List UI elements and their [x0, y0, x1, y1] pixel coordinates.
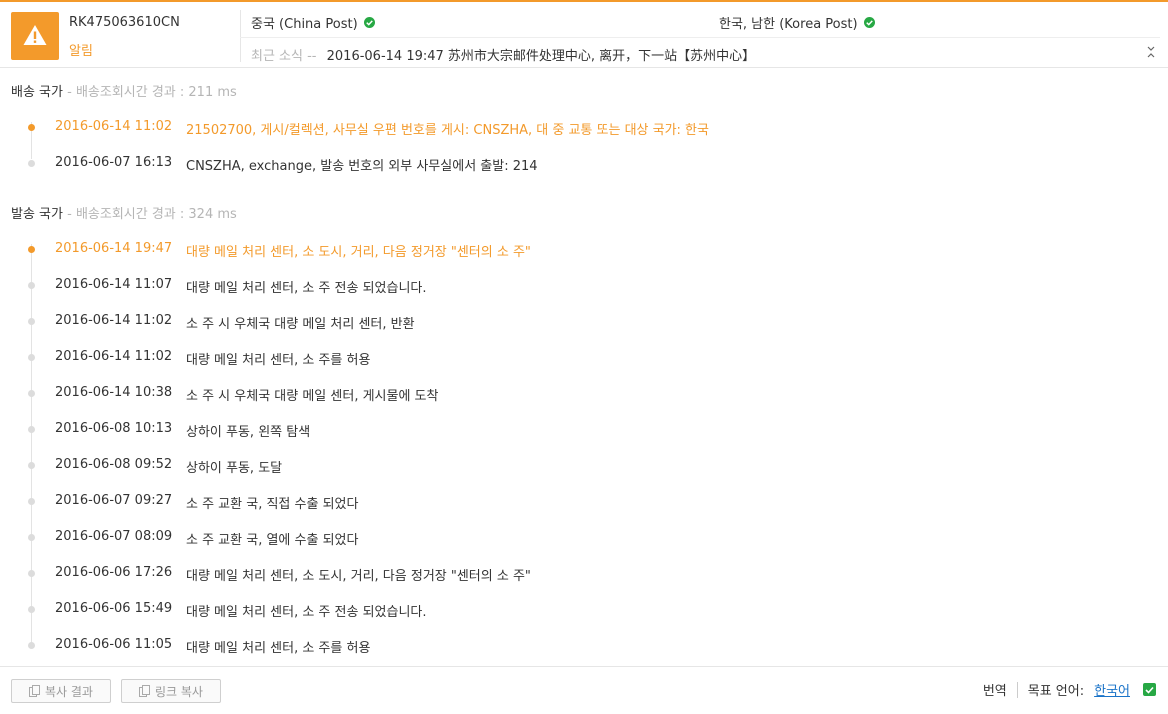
- event-date: 2016-06-07 08:09: [55, 529, 173, 544]
- status-dot-icon: [28, 642, 35, 649]
- event-date: 2016-06-14 10:38: [55, 385, 173, 400]
- event-description: 대량 메일 처리 센터, 소 도시, 거리, 다음 정거장 "센터의 소 주": [186, 245, 531, 260]
- carriers-divider: [240, 37, 1160, 38]
- section-title-text: 배송 국가: [11, 85, 63, 100]
- translate-button[interactable]: 번역: [983, 680, 1007, 699]
- event-date: 2016-06-14 11:02: [55, 313, 173, 328]
- tracking-header: RK475063610CN 알림 중국 (China Post) 한국, 남한 …: [0, 0, 1168, 68]
- event-description: 소 주 교환 국, 직접 수출 되었다: [186, 497, 359, 512]
- status-dot-icon: [28, 534, 35, 541]
- event-date: 2016-06-08 10:13: [55, 421, 173, 436]
- event-description: 소 주 시 우체국 대량 메일 처리 센터, 반환: [186, 317, 415, 332]
- translate-controls: 번역 목표 언어: 한국어: [983, 680, 1156, 699]
- timeline-event: 2016-06-07 09:27 소 주 교환 국, 직접 수출 되었다: [0, 493, 1168, 513]
- event-date: 2016-06-14 11:02: [55, 349, 173, 364]
- section-timing: - 배송조회시간 경과 : 324 ms: [67, 207, 237, 222]
- collapse-icon[interactable]: [1146, 46, 1156, 58]
- destination-section-title: 배송 국가 - 배송조회시간 경과 : 211 ms: [11, 81, 237, 100]
- event-date: 2016-06-06 15:49: [55, 601, 173, 616]
- latest-update: 최근 소식 -- 2016-06-14 19:47 苏州市大宗邮件处理中心, 离…: [251, 45, 755, 64]
- verified-check-icon: [363, 17, 375, 28]
- status-dot-icon: [28, 282, 35, 289]
- event-date: 2016-06-07 09:27: [55, 493, 173, 508]
- event-description: 상하이 푸동, 도달: [186, 461, 283, 476]
- event-description: 대량 메일 처리 센터, 소 도시, 거리, 다음 정거장 "센터의 소 주": [186, 569, 531, 584]
- copy-result-label: 복사 결과: [45, 684, 93, 699]
- section-title-text: 발송 국가: [11, 207, 63, 222]
- translate-checkbox[interactable]: [1143, 683, 1156, 696]
- event-description: 대량 메일 처리 센터, 소 주 전송 되었습니다.: [186, 605, 427, 620]
- timeline-event: 2016-06-07 08:09 소 주 교환 국, 열에 수출 되었다: [0, 529, 1168, 549]
- timeline-event: 2016-06-14 10:38 소 주 시 우체국 대량 메일 센터, 게시물에…: [0, 385, 1168, 405]
- copy-link-label: 링크 복사: [155, 684, 203, 699]
- event-description: 대량 메일 처리 센터, 소 주를 허용: [186, 641, 371, 656]
- origin-section-title: 발송 국가 - 배송조회시간 경과 : 324 ms: [11, 203, 237, 222]
- status-dot-icon: [28, 606, 35, 613]
- copy-icon: [139, 685, 150, 697]
- timeline-event: 2016-06-14 11:02 21502700, 게시/컬렉션, 사무실 우편…: [0, 119, 1168, 139]
- verified-check-icon: [863, 17, 875, 28]
- check-icon: [1145, 686, 1154, 694]
- timeline-event: 2016-06-07 16:13 CNSZHA, exchange, 발송 번호의…: [0, 155, 1168, 175]
- origin-carrier-label: 중국 (China Post): [251, 17, 358, 32]
- timeline-event: 2016-06-06 15:49 대량 메일 처리 센터, 소 주 전송 되었습니…: [0, 601, 1168, 621]
- origin-carrier: 중국 (China Post): [251, 13, 375, 32]
- timeline-event: 2016-06-14 11:02 소 주 시 우체국 대량 메일 처리 센터, 반…: [0, 313, 1168, 333]
- copy-icon: [29, 685, 40, 697]
- tracking-details: 배송 국가 - 배송조회시간 경과 : 211 ms 2016-06-14 11…: [0, 68, 1168, 666]
- status-dot-icon: [28, 160, 35, 167]
- target-language-link[interactable]: 한국어: [1094, 680, 1130, 699]
- status-dot-icon: [28, 390, 35, 397]
- timeline-event: 2016-06-08 10:13 상하이 푸동, 왼쪽 탐색: [0, 421, 1168, 441]
- current-status-dot-icon: [28, 124, 35, 131]
- event-date: 2016-06-06 11:05: [55, 637, 173, 652]
- divider: [1016, 681, 1018, 698]
- event-description: 대량 메일 처리 센터, 소 주를 허용: [186, 353, 371, 368]
- event-date: 2016-06-14 11:02: [55, 119, 173, 134]
- latest-update-text: 2016-06-14 19:47 苏州市大宗邮件处理中心, 离开，下一站【苏州中…: [326, 49, 756, 64]
- timeline-event: 2016-06-08 09:52 상하이 푸동, 도달: [0, 457, 1168, 477]
- current-status-dot-icon: [28, 246, 35, 253]
- target-language-label: 목표 언어:: [1027, 684, 1085, 699]
- section-timing: - 배송조회시간 경과 : 211 ms: [67, 85, 237, 100]
- copy-result-button[interactable]: 복사 결과: [11, 679, 111, 703]
- alert-badge: [11, 12, 59, 60]
- header-divider: [240, 10, 241, 62]
- warning-icon: [23, 25, 47, 45]
- destination-carrier: 한국, 남한 (Korea Post): [719, 13, 875, 32]
- event-description: 상하이 푸동, 왼쪽 탐색: [186, 425, 311, 440]
- timeline-event: 2016-06-06 17:26 대량 메일 처리 센터, 소 도시, 거리, 다…: [0, 565, 1168, 585]
- event-description: 대량 메일 처리 센터, 소 주 전송 되었습니다.: [186, 281, 427, 296]
- status-dot-icon: [28, 354, 35, 361]
- event-date: 2016-06-08 09:52: [55, 457, 173, 472]
- status-dot-icon: [28, 498, 35, 505]
- timeline-event: 2016-06-14 19:47 대량 메일 처리 센터, 소 도시, 거리, 다…: [0, 241, 1168, 261]
- status-dot-icon: [28, 570, 35, 577]
- timeline-event: 2016-06-14 11:07 대량 메일 처리 센터, 소 주 전송 되었습니…: [0, 277, 1168, 297]
- status-dot-icon: [28, 426, 35, 433]
- event-description: 소 주 시 우체국 대량 메일 센터, 게시물에 도착: [186, 389, 439, 404]
- status-label: 알림: [69, 44, 93, 59]
- event-description: CNSZHA, exchange, 발송 번호의 외부 사무실에서 출발: 21…: [186, 159, 538, 174]
- event-date: 2016-06-14 19:47: [55, 241, 173, 256]
- timeline-event: 2016-06-06 11:05 대량 메일 처리 센터, 소 주를 허용: [0, 637, 1168, 657]
- event-description: 21502700, 게시/컬렉션, 사무실 우편 번호를 게시: CNSZHA,…: [186, 123, 709, 138]
- copy-link-button[interactable]: 링크 복사: [121, 679, 221, 703]
- status-dot-icon: [28, 462, 35, 469]
- destination-carrier-label: 한국, 남한 (Korea Post): [719, 17, 858, 32]
- timeline-event: 2016-06-14 11:02 대량 메일 처리 센터, 소 주를 허용: [0, 349, 1168, 369]
- status-dot-icon: [28, 318, 35, 325]
- tracking-number: RK475063610CN: [69, 15, 180, 30]
- latest-update-label: 최근 소식 --: [251, 49, 317, 64]
- event-date: 2016-06-14 11:07: [55, 277, 173, 292]
- event-date: 2016-06-07 16:13: [55, 155, 173, 170]
- event-date: 2016-06-06 17:26: [55, 565, 173, 580]
- event-description: 소 주 교환 국, 열에 수출 되었다: [186, 533, 359, 548]
- footer-bar: 복사 결과 링크 복사 번역 목표 언어: 한국어: [0, 666, 1168, 714]
